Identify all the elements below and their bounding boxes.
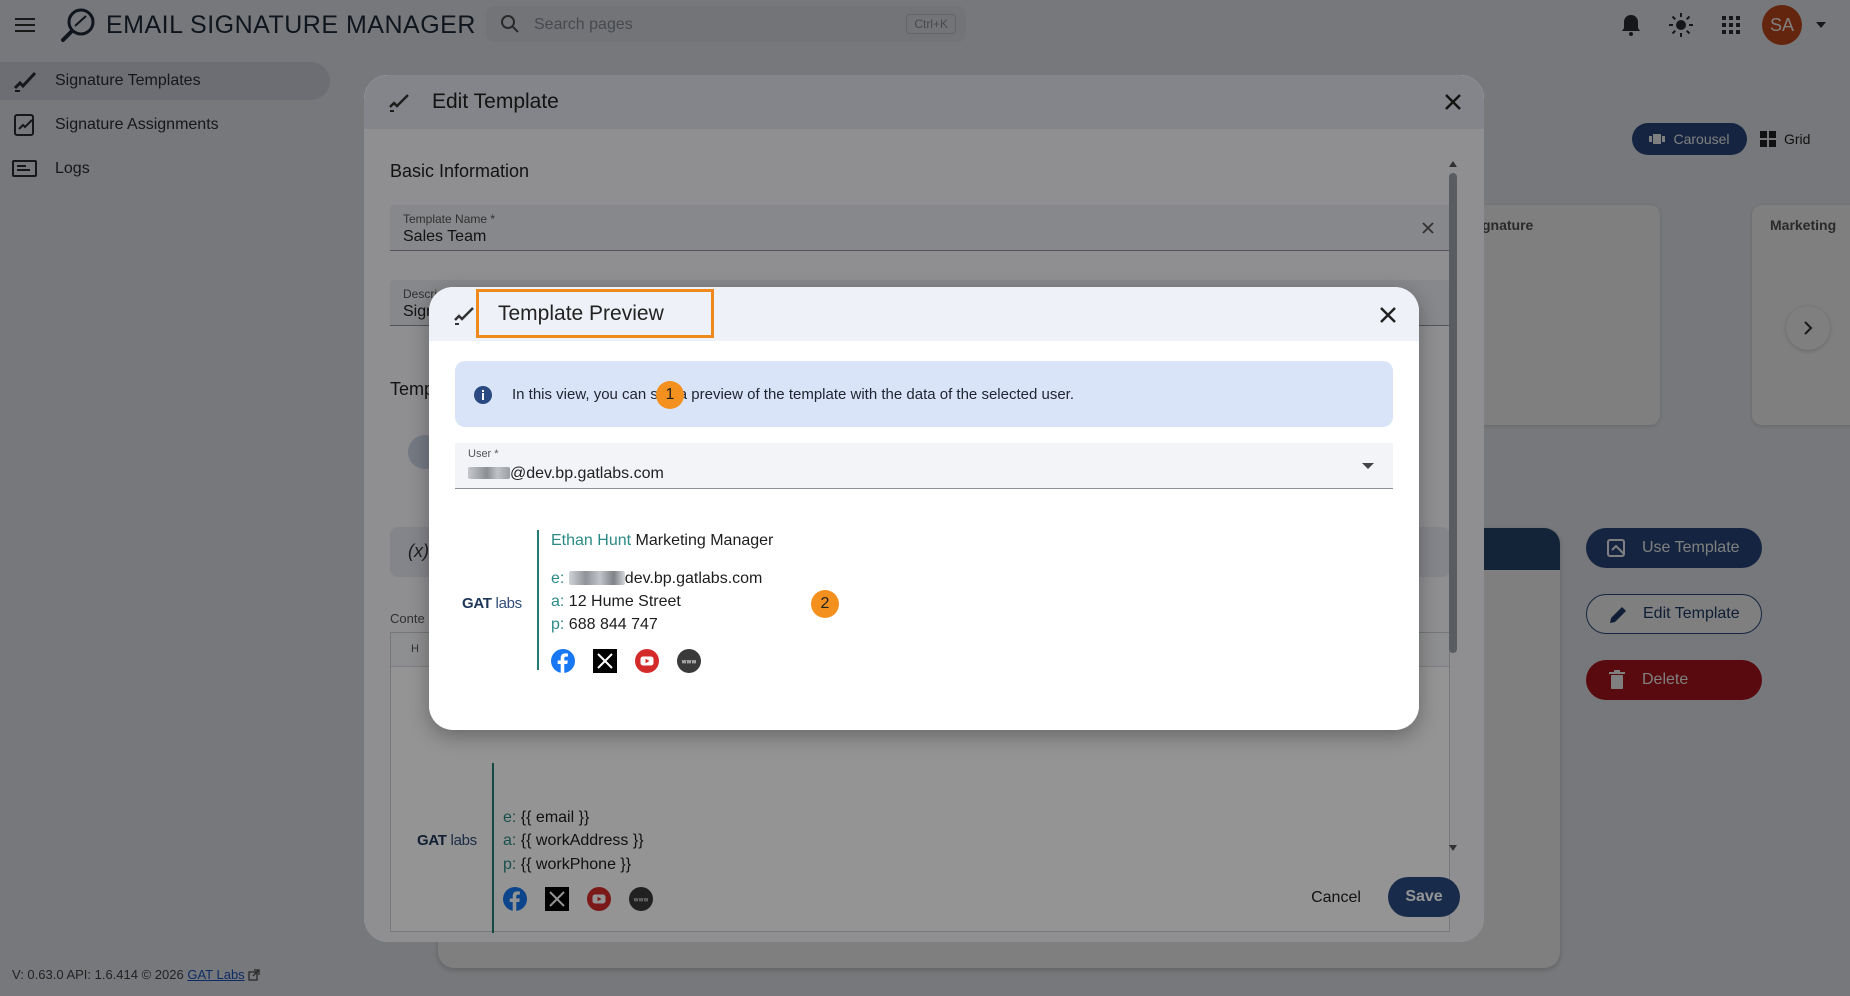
signature-name: Ethan Hunt — [551, 532, 632, 549]
user-select[interactable]: User * @dev.bp.gatlabs.com — [455, 443, 1393, 489]
phone-value: 688 844 747 — [568, 616, 658, 633]
x-icon[interactable] — [593, 649, 617, 673]
address-value: 12 Hume Street — [568, 593, 681, 610]
signature-phone-row: p: 688 844 747 — [551, 616, 658, 634]
svg-text:www: www — [682, 659, 697, 666]
step-marker-2: 2 — [811, 590, 839, 618]
phone-key: p: — [551, 616, 565, 633]
gat-labs-logo: GAT labs — [462, 595, 522, 612]
signature-icon — [453, 304, 475, 326]
social-icons: www — [551, 649, 701, 673]
email-value: dev.bp.gatlabs.com — [624, 570, 763, 587]
signature-name-row: Ethan Hunt Marketing Manager — [551, 532, 773, 550]
redacted-text — [568, 571, 625, 585]
address-key: a: — [551, 593, 565, 610]
facebook-icon[interactable] — [551, 649, 575, 673]
signature-address-row: a: 12 Hume Street — [551, 593, 681, 611]
signature-divider — [537, 530, 539, 670]
preview-dialog-title: Template Preview — [498, 302, 664, 325]
signature-job-title: Marketing Manager — [635, 532, 774, 549]
user-value: @dev.bp.gatlabs.com — [468, 465, 664, 483]
dropdown-arrow-icon[interactable] — [1361, 461, 1375, 471]
info-alert: In this view, you can see a preview of t… — [455, 361, 1393, 427]
youtube-icon[interactable] — [635, 649, 659, 673]
info-text: In this view, you can see a preview of t… — [512, 386, 1074, 403]
preview-dialog-header: Template Preview — [429, 287, 1419, 341]
website-icon[interactable]: www — [677, 649, 701, 673]
email-key: e: — [551, 570, 565, 587]
info-icon — [473, 385, 493, 405]
user-label: User * — [468, 448, 499, 460]
template-preview-dialog: Template Preview In this view, you can s… — [429, 287, 1419, 730]
close-icon[interactable] — [1377, 304, 1399, 326]
step-marker-1: 1 — [656, 381, 684, 409]
signature-email-row: e: dev.bp.gatlabs.com — [551, 570, 762, 588]
redacted-text — [468, 467, 510, 479]
